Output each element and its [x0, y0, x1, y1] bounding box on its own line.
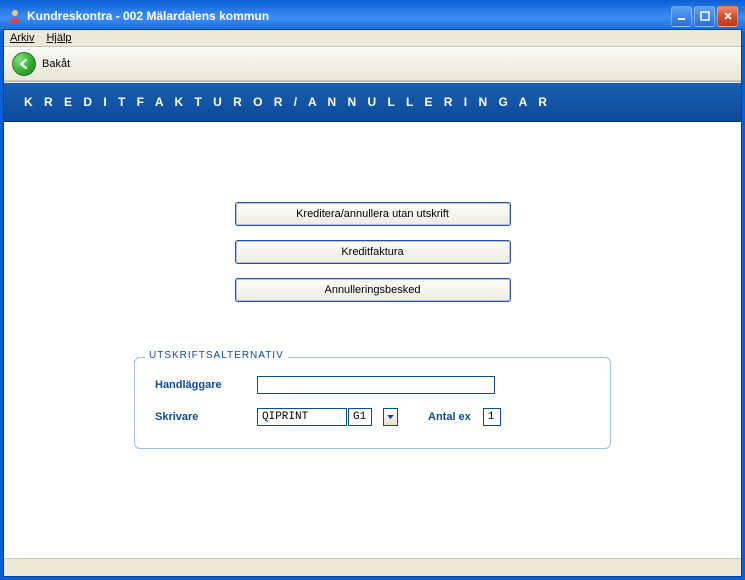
- skrivare-label: Skrivare: [155, 411, 245, 423]
- g1-input[interactable]: [348, 408, 372, 426]
- action-button-stack: Kreditera/annullera utan utskrift Kredit…: [34, 202, 711, 302]
- client-area: Arkiv Hjälp Bakåt K R E D I T F A K T U …: [3, 29, 742, 577]
- kreditera-button[interactable]: Kreditera/annullera utan utskrift: [235, 202, 511, 226]
- menu-arkiv[interactable]: Arkiv: [10, 32, 34, 44]
- back-label[interactable]: Bakåt: [42, 58, 70, 70]
- menu-hjalp[interactable]: Hjälp: [46, 32, 71, 44]
- fieldset-legend: UTSKRIFTSALTERNATIV: [145, 350, 288, 361]
- page-title: K R E D I T F A K T U R O R / A N N U L …: [4, 83, 741, 122]
- skrivare-dropdown-button[interactable]: [383, 408, 398, 426]
- content-area: Kreditera/annullera utan utskrift Kredit…: [4, 122, 741, 558]
- titlebar[interactable]: Kundreskontra - 002 Mälardalens kommun: [3, 3, 742, 29]
- maximize-button[interactable]: [694, 6, 715, 27]
- close-button[interactable]: [717, 6, 738, 27]
- app-icon: [7, 8, 23, 24]
- handlaggare-label: Handläggare: [155, 379, 245, 391]
- antal-ex-input[interactable]: [483, 408, 501, 426]
- window-controls: [671, 6, 738, 27]
- menubar: Arkiv Hjälp: [4, 30, 741, 47]
- utskrift-fieldset: UTSKRIFTSALTERNATIV Handläggare Skrivare…: [134, 357, 611, 449]
- handlaggare-input[interactable]: [257, 376, 495, 394]
- toolbar: Bakåt: [4, 47, 741, 81]
- skrivare-input[interactable]: [257, 408, 347, 426]
- minimize-button[interactable]: [671, 6, 692, 27]
- skrivare-row: Skrivare Antal ex: [155, 408, 590, 426]
- app-window: Kundreskontra - 002 Mälardalens kommun A…: [0, 0, 745, 580]
- annullering-button[interactable]: Annulleringsbesked: [235, 278, 511, 302]
- back-icon[interactable]: [12, 52, 36, 76]
- handlaggare-row: Handläggare: [155, 376, 590, 394]
- kreditfaktura-button[interactable]: Kreditfaktura: [235, 240, 511, 264]
- antal-ex-label: Antal ex: [428, 411, 471, 423]
- window-title: Kundreskontra - 002 Mälardalens kommun: [27, 9, 671, 23]
- statusbar: [4, 558, 741, 576]
